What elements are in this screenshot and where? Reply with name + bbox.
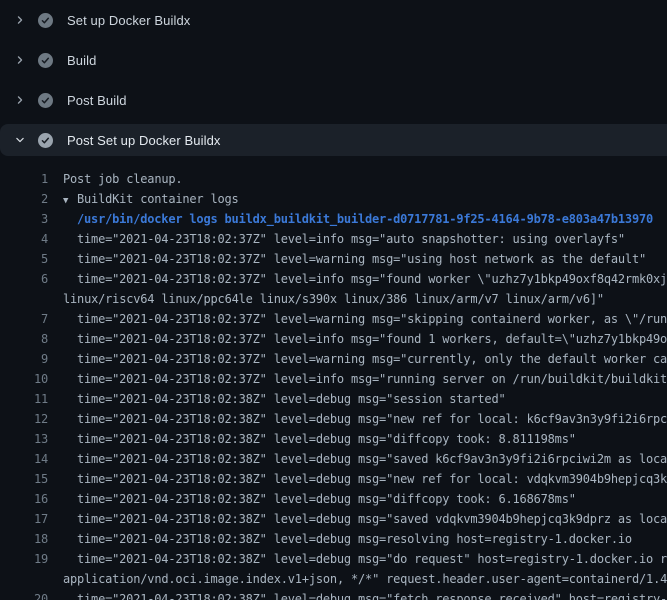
step-header-build[interactable]: Build xyxy=(0,40,667,80)
line-number[interactable]: 5 xyxy=(0,249,48,269)
log-line: 15 time="2021-04-23T18:02:38Z" level=debu… xyxy=(0,469,667,489)
log-text: time="2021-04-23T18:02:38Z" level=debug … xyxy=(77,429,576,449)
log-line: 5 time="2021-04-23T18:02:37Z" level=warni… xyxy=(0,249,667,269)
line-number[interactable]: 18 xyxy=(0,529,48,549)
actions-log-viewer: Set up Docker Buildx Build Post Build Post … xyxy=(0,0,667,600)
check-circle-icon xyxy=(38,13,53,28)
line-number[interactable]: 3 xyxy=(0,209,48,229)
chevron-down-icon[interactable] xyxy=(12,132,28,148)
steps-list: Set up Docker Buildx Build Post Build Post … xyxy=(0,0,667,156)
step-header-set-up-docker-buildx[interactable]: Set up Docker Buildx xyxy=(0,0,667,40)
log-line: 8 time="2021-04-23T18:02:37Z" level=info … xyxy=(0,329,667,349)
line-number[interactable]: 13 xyxy=(0,429,48,449)
triangle-down-icon[interactable]: ▼ xyxy=(63,191,77,210)
line-number[interactable]: 12 xyxy=(0,409,48,429)
step-header-post-build[interactable]: Post Build xyxy=(0,80,667,120)
step-title: Set up Docker Buildx xyxy=(67,13,190,28)
log-text: time="2021-04-23T18:02:37Z" level=warnin… xyxy=(77,349,667,369)
step-title: Build xyxy=(67,53,96,68)
log-line: 19 time="2021-04-23T18:02:38Z" level=debu… xyxy=(0,549,667,569)
line-number[interactable]: 17 xyxy=(0,509,48,529)
line-number[interactable]: 11 xyxy=(0,389,48,409)
line-number[interactable]: 20 xyxy=(0,589,48,600)
log-line: 12 time="2021-04-23T18:02:38Z" level=debu… xyxy=(0,409,667,429)
line-number[interactable]: 2 xyxy=(0,189,48,209)
log-line: 17 time="2021-04-23T18:02:38Z" level=debu… xyxy=(0,509,667,529)
log-line: 3/usr/bin/docker logs buildx_buildkit_bu… xyxy=(0,209,667,229)
log-text: time="2021-04-23T18:02:38Z" level=debug … xyxy=(77,589,667,600)
log-text: time="2021-04-23T18:02:37Z" level=info m… xyxy=(77,369,667,389)
log-text: time="2021-04-23T18:02:38Z" level=debug … xyxy=(77,469,667,489)
log-line: 7 time="2021-04-23T18:02:37Z" level=warni… xyxy=(0,309,667,329)
log-line: 18 time="2021-04-23T18:02:38Z" level=debu… xyxy=(0,529,667,549)
log-text: time="2021-04-23T18:02:37Z" level=info m… xyxy=(77,329,667,349)
line-number[interactable]: 4 xyxy=(0,229,48,249)
log-text: ▼BuildKit container logs xyxy=(63,189,239,209)
log-text: application/vnd.oci.image.index.v1+json,… xyxy=(63,569,667,589)
log-text: time="2021-04-23T18:02:38Z" level=debug … xyxy=(77,549,667,569)
log-line: 1 Post job cleanup. xyxy=(0,169,667,189)
line-number[interactable]: 8 xyxy=(0,329,48,349)
log-text: time="2021-04-23T18:02:38Z" level=debug … xyxy=(77,489,576,509)
log-line: 14 time="2021-04-23T18:02:38Z" level=debu… xyxy=(0,449,667,469)
step-header-post-set-up-docker-buildx[interactable]: Post Set up Docker Buildx xyxy=(0,124,667,156)
log-line: 9 time="2021-04-23T18:02:37Z" level=warni… xyxy=(0,349,667,369)
line-number[interactable]: 16 xyxy=(0,489,48,509)
step-title: Post Set up Docker Buildx xyxy=(67,133,221,148)
log-text: time="2021-04-23T18:02:37Z" level=info m… xyxy=(77,269,667,289)
log-line: 11 time="2021-04-23T18:02:38Z" level=debu… xyxy=(0,389,667,409)
log-text: time="2021-04-23T18:02:38Z" level=debug … xyxy=(77,509,667,529)
check-circle-icon xyxy=(38,133,53,148)
line-number[interactable]: 6 xyxy=(0,269,48,289)
step-title: Post Build xyxy=(67,93,127,108)
log-line: 2 ▼BuildKit container logs xyxy=(0,189,667,209)
line-number[interactable]: 15 xyxy=(0,469,48,489)
log-text: time="2021-04-23T18:02:38Z" level=debug … xyxy=(77,529,632,549)
line-number[interactable]: 7 xyxy=(0,309,48,329)
log-line: 6 time="2021-04-23T18:02:37Z" level=info … xyxy=(0,269,667,289)
log-text: linux/riscv64 linux/ppc64le linux/s390x … xyxy=(63,289,604,309)
line-number[interactable]: 1 xyxy=(0,169,48,189)
command-text: /usr/bin/docker logs buildx_buildkit_bui… xyxy=(77,209,653,229)
line-number[interactable]: 14 xyxy=(0,449,48,469)
chevron-right-icon[interactable] xyxy=(12,92,28,108)
line-number[interactable]: 9 xyxy=(0,349,48,369)
chevron-right-icon[interactable] xyxy=(12,12,28,28)
line-number xyxy=(0,569,48,589)
log-line: 10 time="2021-04-23T18:02:37Z" level=info… xyxy=(0,369,667,389)
log-text: time="2021-04-23T18:02:38Z" level=debug … xyxy=(77,409,667,429)
log-text: time="2021-04-23T18:02:37Z" level=info m… xyxy=(77,229,625,249)
log-line: 16 time="2021-04-23T18:02:38Z" level=debu… xyxy=(0,489,667,509)
log-line-continuation: linux/riscv64 linux/ppc64le linux/s390x … xyxy=(0,289,667,309)
log-line: 4 time="2021-04-23T18:02:37Z" level=info … xyxy=(0,229,667,249)
line-number[interactable]: 19 xyxy=(0,549,48,569)
check-circle-icon xyxy=(38,53,53,68)
log-text: Post job cleanup. xyxy=(63,169,182,189)
log-line-continuation: application/vnd.oci.image.index.v1+json,… xyxy=(0,569,667,589)
line-number xyxy=(0,289,48,309)
group-label[interactable]: BuildKit container logs xyxy=(77,192,239,206)
log-panel: 1 Post job cleanup. 2 ▼BuildKit container l… xyxy=(0,160,667,600)
log-text: time="2021-04-23T18:02:37Z" level=warnin… xyxy=(77,309,667,329)
chevron-right-icon[interactable] xyxy=(12,52,28,68)
log-line: 20 time="2021-04-23T18:02:38Z" level=debu… xyxy=(0,589,667,600)
log-line: 13 time="2021-04-23T18:02:38Z" level=debu… xyxy=(0,429,667,449)
log-text: time="2021-04-23T18:02:38Z" level=debug … xyxy=(77,389,506,409)
log-text: time="2021-04-23T18:02:37Z" level=warnin… xyxy=(77,249,646,269)
line-number[interactable]: 10 xyxy=(0,369,48,389)
check-circle-icon xyxy=(38,93,53,108)
log-text: time="2021-04-23T18:02:38Z" level=debug … xyxy=(77,449,667,469)
